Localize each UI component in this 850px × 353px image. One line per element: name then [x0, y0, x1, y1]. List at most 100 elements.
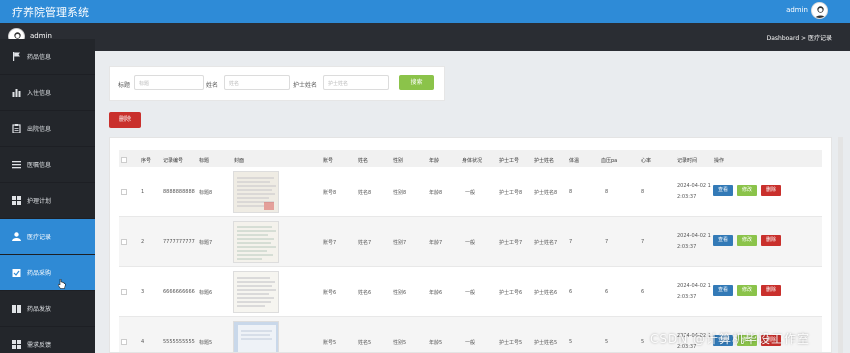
col-header[interactable]: 护士工号 [499, 157, 519, 164]
sidebar-item-label: 出院信息 [27, 126, 52, 133]
sidebar-item-medical-records[interactable]: 医疗记录 [0, 219, 95, 255]
cell-title: 标题5 [199, 340, 213, 346]
breadcrumb[interactable]: Dashboard > 医疗记录 [767, 33, 832, 42]
col-header[interactable]: 体温 [569, 157, 579, 164]
cell-title: 标题6 [199, 290, 213, 296]
sidebar-item-care-plan[interactable]: 护理计划 [0, 183, 95, 219]
col-header[interactable]: 姓名 [358, 157, 368, 164]
select-all-checkbox[interactable] [121, 157, 127, 163]
col-header[interactable]: 血压pa [601, 157, 617, 164]
cell-blood-pressure: 7 [605, 239, 609, 245]
table-row: 3 6666666666 标题6 账号6 姓名6 性别6 年龄6 一般 护士工号… [119, 267, 822, 317]
cell-condition: 一般 [465, 190, 476, 196]
col-header[interactable]: 心率 [641, 157, 651, 164]
cell-temperature: 8 [569, 189, 573, 195]
col-header[interactable]: 标题 [199, 157, 209, 164]
view-button[interactable]: 查看 [713, 285, 733, 296]
cell-heart-rate: 8 [641, 189, 645, 195]
edit-button[interactable]: 修改 [737, 235, 757, 246]
cell-index: 3 [141, 289, 145, 295]
cell-nurse-name: 护士姓名7 [534, 240, 558, 246]
cell-account: 账号7 [323, 240, 337, 246]
cell-time-date: 2024-04-02 1 [677, 233, 711, 239]
cell-temperature: 7 [569, 239, 573, 245]
cell-condition: 一般 [465, 240, 476, 246]
col-header[interactable]: 序号 [141, 157, 151, 164]
sidebar-item-label: 药品发放 [27, 306, 52, 313]
cover-image[interactable] [233, 221, 279, 263]
nurse-name-search-input[interactable]: 护士姓名 [323, 75, 389, 90]
cell-condition: 一般 [465, 290, 476, 296]
col-header[interactable]: 封面 [234, 157, 244, 164]
grid-icon [12, 196, 21, 205]
cover-image[interactable] [233, 271, 279, 313]
cover-image[interactable] [233, 321, 279, 352]
user-icon [12, 232, 21, 241]
cell-title: 标题7 [199, 240, 213, 246]
col-header[interactable]: 记录时间 [677, 157, 697, 164]
cell-name: 姓名6 [358, 290, 372, 296]
cell-nurse-name: 护士姓名8 [534, 190, 558, 196]
cell-title: 标题8 [199, 190, 213, 196]
search-button[interactable]: 搜索 [399, 75, 434, 90]
app-title: 疗养院管理系统 [12, 6, 89, 19]
col-header[interactable]: 性别 [393, 157, 403, 164]
sidebar-item-drug-info[interactable]: 药品信息 [0, 39, 95, 75]
row-checkbox[interactable] [121, 189, 127, 195]
cell-nurse-no: 护士工号8 [499, 190, 523, 196]
page-scrollbar[interactable] [838, 137, 843, 353]
cell-heart-rate: 7 [641, 239, 645, 245]
top-user-name[interactable]: admin [786, 6, 808, 14]
delete-button[interactable]: 删除 [761, 185, 781, 196]
name-search-input[interactable]: 姓名 [224, 75, 290, 90]
book-icon [12, 304, 21, 313]
nurse-name-label: 护士姓名 [293, 82, 318, 89]
cell-nurse-name: 护士姓名5 [534, 340, 558, 346]
sidebar-item-feedback[interactable]: 需求反馈 [0, 327, 95, 353]
cell-blood-pressure: 8 [605, 189, 609, 195]
cell-code: 6666666666 [163, 289, 195, 295]
flag-icon [12, 52, 21, 61]
col-header: 操作 [714, 158, 725, 164]
top-avatar-icon[interactable] [811, 2, 828, 19]
cell-index: 4 [141, 339, 145, 345]
title-label: 标题 [118, 82, 131, 89]
row-checkbox[interactable] [121, 289, 127, 295]
col-header[interactable]: 账号 [323, 157, 333, 164]
sidebar-item-discharge[interactable]: 出院信息 [0, 111, 95, 147]
cell-code: 5555555555 [163, 339, 195, 345]
edit-button[interactable]: 修改 [737, 285, 757, 296]
view-button[interactable]: 查看 [713, 235, 733, 246]
view-button[interactable]: 查看 [713, 185, 733, 196]
cell-nurse-no: 护士工号7 [499, 240, 523, 246]
sidebar-item-checkin[interactable]: 入住信息 [0, 75, 95, 111]
title-search-input[interactable]: 标题 [134, 75, 204, 90]
sidebar-item-orders[interactable]: 医嘱信息 [0, 147, 95, 183]
clipboard-icon [12, 124, 21, 133]
cell-temperature: 6 [569, 289, 573, 295]
cell-account: 账号5 [323, 340, 337, 346]
sidebar-item-label: 入住信息 [27, 90, 52, 97]
col-header[interactable]: 年龄 [429, 157, 439, 164]
col-header[interactable]: 记录编号 [163, 157, 183, 164]
col-header[interactable]: 护士姓名 [534, 157, 554, 164]
sidebar-item-label: 医疗记录 [27, 234, 52, 241]
table-row: 2 7777777777 标题7 账号7 姓名7 性别7 年龄7 一般 护士工号… [119, 217, 822, 267]
delete-button[interactable]: 删除 [761, 285, 781, 296]
cell-time-clock: 2:03:37 [677, 294, 697, 300]
cell-condition: 一般 [465, 340, 476, 346]
cell-time-clock: 2:03:37 [677, 194, 697, 200]
row-checkbox[interactable] [121, 239, 127, 245]
cover-image[interactable] [233, 171, 279, 213]
sidebar-item-label: 护理计划 [27, 198, 52, 205]
cell-code: 7777777777 [163, 239, 195, 245]
cell-heart-rate: 6 [641, 289, 645, 295]
sidebar-item-drug-purchase[interactable]: 药品采购 [0, 255, 95, 291]
row-checkbox[interactable] [121, 339, 127, 345]
edit-button[interactable]: 修改 [737, 185, 757, 196]
cell-name: 姓名5 [358, 340, 372, 346]
delete-button[interactable]: 删除 [761, 235, 781, 246]
sidebar-item-drug-dispense[interactable]: 药品发放 [0, 291, 95, 327]
batch-delete-button[interactable]: 删除 [109, 112, 141, 128]
col-header[interactable]: 身体状况 [462, 157, 482, 164]
